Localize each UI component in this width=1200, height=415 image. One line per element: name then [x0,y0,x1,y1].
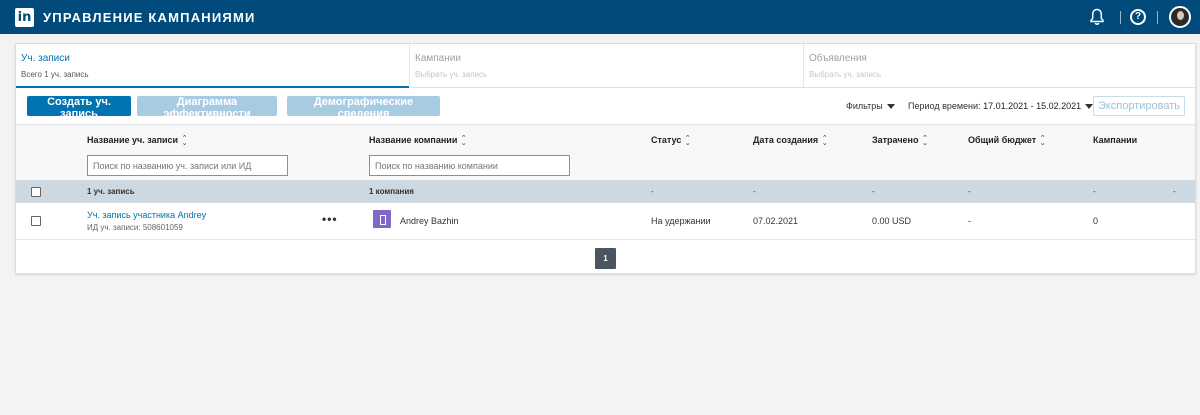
accounts-panel: Уч. записи Всего 1 уч. запись Кампании В… [15,43,1197,274]
col-label: Кампании [1093,135,1138,145]
period-value: 17.01.2021 - 15.02.2021 [983,101,1082,111]
row-checkbox[interactable] [31,216,41,226]
help-icon[interactable]: ? [1130,9,1146,25]
create-account-button[interactable]: Создать уч. запись [27,96,131,120]
account-name-link[interactable]: Уч. запись участника Andrey [87,210,206,220]
sort-icon: ⌃ ⌄ [922,134,928,147]
linkedin-logo[interactable]: in [15,8,34,27]
created-date: 07.02.2021 [753,216,799,226]
tab-label: Кампании [415,53,461,64]
col-label: Общий бюджет [968,135,1037,145]
account-id: ИД уч. записи: 508601059 [87,223,183,232]
col-label: Статус [651,135,682,145]
summary-created: - [753,187,756,196]
caret-down-icon [1085,104,1094,110]
col-status[interactable]: Статус ⌃ ⌄ [651,134,691,147]
tab-ads[interactable]: Объявления Выбрать уч. запись [804,44,1197,87]
sort-icon: ⌃ ⌄ [1039,134,1046,147]
tab-sublabel: Выбрать уч. запись [415,70,488,79]
col-company-name[interactable]: Название компании ⌃ ⌄ [369,134,467,147]
header-divider [1157,11,1158,24]
entity-tabs: Уч. записи Всего 1 уч. запись Кампании В… [16,44,1197,88]
period-dropdown[interactable]: Период времени: 17.01.2021 - 15.02.2021 [908,101,1094,111]
avatar[interactable] [1169,6,1191,28]
search-account-input[interactable] [87,155,288,176]
col-budget[interactable]: Общий бюджет ⌃ ⌄ [968,134,1046,147]
header-divider [1120,11,1121,24]
table-header: Название уч. записи ⌃ ⌄ Название компании ⌃… [16,124,1195,180]
summary-budget: - [968,187,971,196]
budget-value: - [968,216,971,226]
col-account-name[interactable]: Название уч. записи ⌃ ⌄ [87,134,188,147]
campaigns-count: 0 [1093,216,1099,226]
more-actions-icon[interactable]: ••• [322,212,338,226]
search-company-input[interactable] [369,155,570,176]
demographics-button[interactable]: Демографические сведения [287,96,440,120]
tab-sublabel: Всего 1 уч. запись [21,70,89,79]
table-row: Уч. запись участника Andrey ИД уч. запис… [16,203,1195,240]
sort-icon: ⌃ ⌄ [684,134,691,147]
app-title: УПРАВЛЕНИЕ КАМПАНИЯМИ [43,10,256,25]
col-label: Название уч. записи [87,135,179,145]
caret-down-icon [886,104,895,110]
summary-campaigns: - [1093,187,1096,196]
col-label: Дата создания [753,135,819,145]
performance-chart-button[interactable]: Диаграмма эффективности [137,96,277,120]
filters-dropdown[interactable]: Фильтры [846,101,895,111]
tab-label: Уч. записи [21,53,70,64]
top-bar: in УПРАВЛЕНИЕ КАМПАНИЯМИ ? [0,0,1200,34]
tab-sublabel: Выбрать уч. запись [809,70,882,79]
tab-campaigns[interactable]: Кампании Выбрать уч. запись [410,44,804,87]
col-created[interactable]: Дата создания ⌃ ⌄ [753,134,828,147]
filters-label: Фильтры [846,101,883,111]
tab-label: Объявления [809,53,867,64]
col-label: Название компании [369,135,458,145]
summary-spent: - [872,187,875,196]
pagination-page-button[interactable]: 1 [595,248,616,269]
sort-icon: ⌃ ⌄ [460,134,467,147]
company-name: Andrey Bazhin [400,216,459,226]
sort-icon: ⌃ ⌄ [821,134,828,147]
summary-extra: - [1173,187,1176,196]
summary-accounts: 1 уч. запись [87,187,135,196]
export-button[interactable]: Экспортировать [1093,96,1185,116]
status-value: На удержании [651,216,711,226]
period-label: Период времени: [908,101,981,111]
sort-icon: ⌃ ⌄ [181,134,188,147]
summary-status: - [651,187,654,196]
select-all-checkbox[interactable] [31,187,41,197]
col-campaigns: Кампании [1093,135,1137,145]
bell-icon[interactable] [1089,8,1105,26]
col-spent[interactable]: Затрачено ⌃ ⌄ [872,134,929,147]
spent-value: 0.00 USD [872,216,912,226]
tab-accounts[interactable]: Уч. записи Всего 1 уч. запись [16,44,410,88]
company-icon [373,210,391,228]
summary-companies: 1 компания [369,187,414,196]
col-label: Затрачено [872,135,919,145]
summary-row: 1 уч. запись 1 компания - - - - - - [16,180,1195,203]
